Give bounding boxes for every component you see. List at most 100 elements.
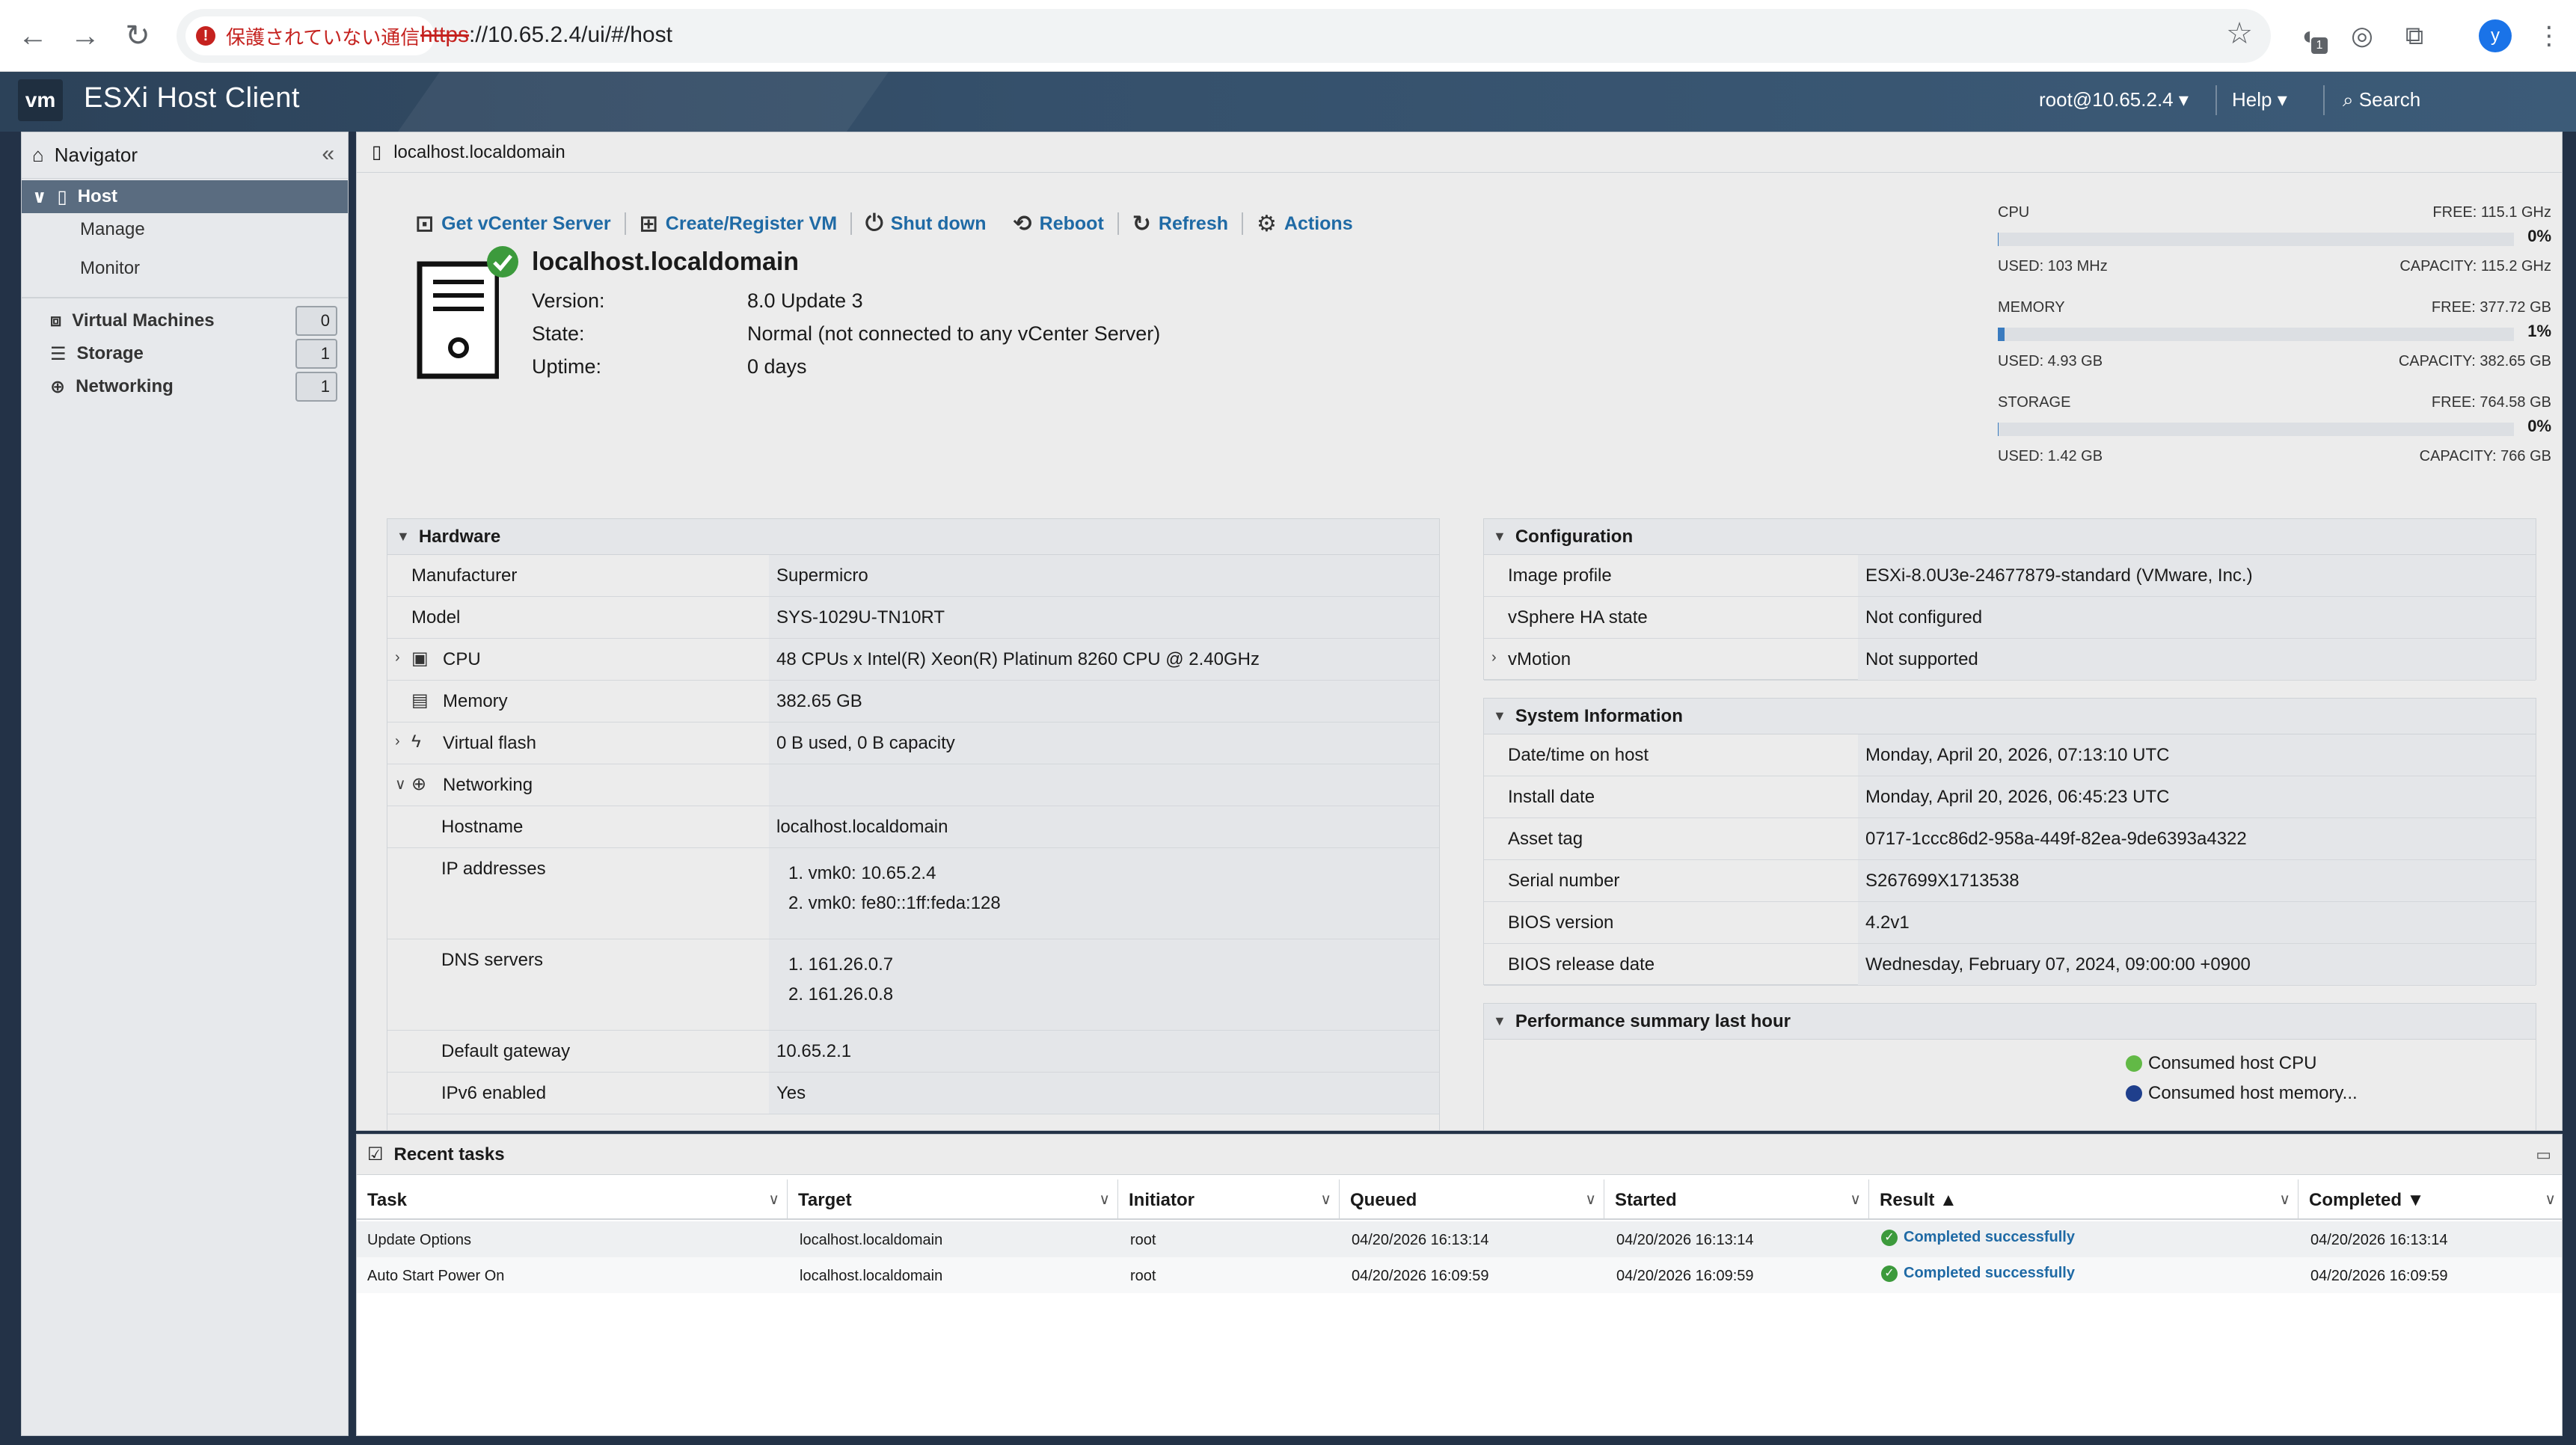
- chevron-right-icon[interactable]: ›: [395, 733, 400, 750]
- chevron-down-icon[interactable]: ∨: [2545, 1190, 2556, 1209]
- chevron-right-icon[interactable]: ›: [1491, 649, 1497, 666]
- memory-icon: ▤: [411, 690, 429, 711]
- recent-tasks-header: ☑ Recent tasks: [357, 1135, 2562, 1175]
- search-icon: ⌕: [2343, 88, 2354, 111]
- maximize-icon[interactable]: ▭: [2536, 1145, 2551, 1165]
- user-menu[interactable]: root@10.65.2.4 ▾: [2039, 88, 2189, 111]
- hw-row-cpu[interactable]: › ▣ CPU 48 CPUs x Intel(R) Xeon(R) Platinum…: [387, 639, 1439, 681]
- forward-icon[interactable]: →: [63, 13, 108, 58]
- cfg-row-ha-state: vSphere HA state Not configured: [1484, 597, 2536, 639]
- network-icon: ⊕: [50, 376, 66, 397]
- column-target[interactable]: Target ∨: [788, 1179, 1118, 1220]
- sidebar-item-storage[interactable]: ☰ Storage 1: [22, 337, 348, 370]
- reboot-button[interactable]: ⟲ Reboot: [1000, 211, 1117, 237]
- performance-legend: Consumed host CPU Consumed host memory..…: [2126, 1049, 2358, 1108]
- actions-button[interactable]: ⚙ Actions: [1243, 211, 1367, 237]
- task-result-link[interactable]: Completed successfully: [1904, 1229, 2075, 1245]
- task-result-link[interactable]: Completed successfully: [1904, 1265, 2075, 1281]
- column-result[interactable]: Result ▲ ∨: [1869, 1179, 2299, 1220]
- hw-row-ip-addresses: IP addresses 1. vmk0: 10.65.2.4 2. vmk0:…: [387, 848, 1439, 939]
- host-summary: localhost.localdomain Version: 8.0 Updat…: [417, 245, 1464, 394]
- ip-address-item: 2. vmk0: fe80::1ff:feda:128: [788, 893, 1001, 913]
- system-information-panel: ▼ System Information Date/time on host Mon…: [1483, 698, 2536, 986]
- hw-row-model: Model SYS-1029U-TN10RT: [387, 597, 1439, 639]
- column-initiator[interactable]: Initiator ∨: [1118, 1179, 1340, 1220]
- url-text[interactable]: https://10.65.2.4/ui/#/host: [420, 22, 672, 48]
- google-lens-icon[interactable]: ◎: [2344, 18, 2380, 54]
- gear-icon: ⚙: [1257, 211, 1277, 236]
- sidebar-item-networking[interactable]: ⊕ Networking 1: [22, 370, 348, 403]
- legend-item-cpu[interactable]: Consumed host CPU: [2126, 1049, 2358, 1079]
- hw-row-virtual-flash[interactable]: › ϟ Virtual flash 0 B used, 0 B capacity: [387, 722, 1439, 764]
- chevron-right-icon[interactable]: ›: [395, 649, 400, 666]
- host-name: localhost.localdomain: [532, 248, 800, 276]
- cpu-meter-fill: [1998, 233, 1999, 246]
- help-menu[interactable]: Help ▾: [2232, 88, 2287, 111]
- hardware-header[interactable]: ▼ Hardware: [387, 519, 1439, 555]
- hw-row-networking[interactable]: ∨ ⊕ Networking: [387, 764, 1439, 806]
- hw-row-hostname: Hostname localhost.localdomain: [387, 806, 1439, 848]
- navigator-panel: ⌂ Navigator « ∨ ▯ Host Manage Monitor ⧈ …: [21, 132, 349, 1436]
- puzzle-icon[interactable]: ⧉: [2396, 18, 2432, 54]
- sidebar-item-host[interactable]: ∨ ▯ Host: [22, 180, 348, 213]
- sidebar-item-monitor[interactable]: Monitor: [80, 258, 140, 279]
- chevron-down-icon[interactable]: ∨: [395, 775, 406, 794]
- collapse-icon[interactable]: «: [322, 141, 334, 167]
- security-chip[interactable]: ! 保護されていない通信: [185, 16, 435, 55]
- hw-row-default-gateway: Default gateway 10.65.2.1: [387, 1031, 1439, 1073]
- table-row[interactable]: Auto Start Power On localhost.localdomai…: [357, 1257, 2562, 1293]
- sys-row-datetime: Date/time on host Monday, April 20, 2026,…: [1484, 734, 2536, 776]
- sidebar-item-virtual-machines[interactable]: ⧈ Virtual Machines 0: [22, 304, 348, 337]
- chevron-down-icon[interactable]: ∨: [2279, 1190, 2290, 1209]
- hw-row-memory: ▤ Memory 382.65 GB: [387, 681, 1439, 722]
- uptime-label: Uptime:: [532, 355, 602, 378]
- host-icon: ▯: [57, 186, 67, 207]
- system-information-header[interactable]: ▼ System Information: [1484, 699, 2536, 734]
- chevron-down-icon: ∨: [32, 186, 47, 207]
- success-check-icon: ✓: [1881, 1229, 1898, 1246]
- hw-row-ipv6-enabled: IPv6 enabled Yes: [387, 1073, 1439, 1114]
- extension-icon[interactable]: ◐ 1: [2292, 18, 2328, 54]
- networking-count-badge: 1: [295, 372, 337, 402]
- profile-avatar[interactable]: y: [2479, 19, 2512, 52]
- version-label: Version:: [532, 289, 605, 312]
- cfg-row-vmotion[interactable]: › vMotion Not supported: [1484, 639, 2536, 681]
- column-task[interactable]: Task ∨: [357, 1179, 788, 1220]
- chevron-down-icon[interactable]: ∨: [1585, 1190, 1596, 1209]
- chevron-down-icon[interactable]: ∨: [768, 1190, 779, 1209]
- column-queued[interactable]: Queued ∨: [1340, 1179, 1604, 1220]
- configuration-header[interactable]: ▼ Configuration: [1484, 519, 2536, 555]
- flash-icon: ϟ: [411, 731, 421, 752]
- performance-header[interactable]: ▼ Performance summary last hour: [1484, 1004, 2536, 1040]
- sys-row-bios-release-date: BIOS release date Wednesday, February 07,…: [1484, 944, 2536, 986]
- refresh-button[interactable]: ↻ Refresh: [1119, 211, 1242, 237]
- create-register-vm-button[interactable]: ⊞ Create/Register VM: [626, 211, 850, 237]
- caret-down-icon: ▼: [1493, 708, 1506, 723]
- storage-meter-fill: [1998, 423, 1999, 436]
- sidebar-item-manage[interactable]: Manage: [80, 219, 145, 240]
- configuration-panel: ▼ Configuration Image profile ESXi-8.0U3e-…: [1483, 518, 2536, 681]
- back-icon[interactable]: ←: [10, 13, 55, 58]
- chevron-down-icon[interactable]: ∨: [1850, 1190, 1861, 1209]
- column-completed[interactable]: Completed ▼ ∨: [2299, 1179, 2563, 1220]
- address-bar[interactable]: ! 保護されていない通信 https://10.65.2.4/ui/#/host…: [177, 9, 2271, 63]
- network-icon: ⊕: [411, 774, 427, 794]
- shut-down-button[interactable]: ⏻ Shut down: [852, 211, 999, 236]
- chevron-down-icon[interactable]: ∨: [1320, 1190, 1331, 1209]
- table-row[interactable]: Update Options localhost.localdomain roo…: [357, 1221, 2562, 1257]
- legend-item-memory[interactable]: Consumed host memory...: [2126, 1079, 2358, 1108]
- page-title: localhost.localdomain: [393, 141, 565, 162]
- chevron-down-icon[interactable]: ∨: [1099, 1190, 1110, 1209]
- kebab-menu-icon[interactable]: ⋮: [2531, 18, 2567, 54]
- version-value: 8.0 Update 3: [747, 289, 863, 312]
- bookmark-star-icon[interactable]: ☆: [2226, 16, 2253, 51]
- get-vcenter-button[interactable]: ⊡ Get vCenter Server: [402, 211, 625, 237]
- state-label: State:: [532, 322, 585, 345]
- navigator-title: Navigator: [54, 144, 138, 166]
- caret-down-icon: ▼: [1493, 1013, 1506, 1028]
- column-started[interactable]: Started ∨: [1604, 1179, 1869, 1220]
- reload-icon[interactable]: ↻: [115, 13, 160, 58]
- state-value: Normal (not connected to any vCenter Ser…: [747, 322, 1161, 345]
- search-button[interactable]: ⌕ Search: [2343, 88, 2420, 112]
- resource-meters: CPU FREE: 115.1 GHz 0% USED: 103 MHz CAP…: [1998, 204, 2551, 473]
